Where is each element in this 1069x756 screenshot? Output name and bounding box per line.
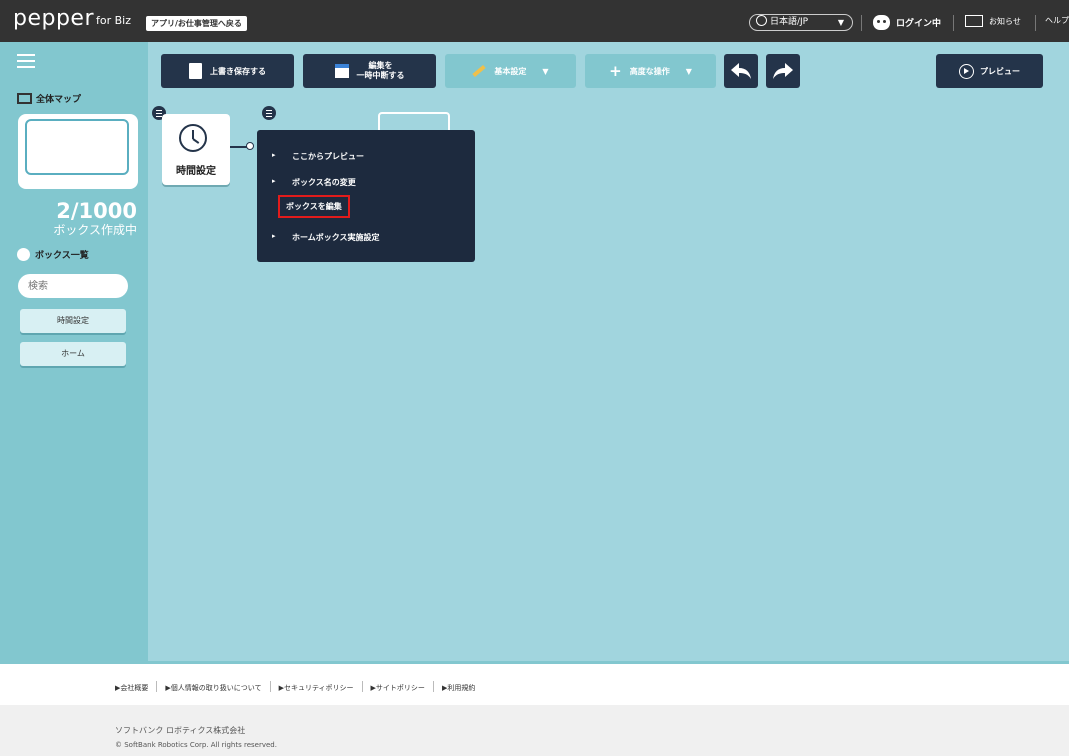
flow-box-time-setting[interactable]: 時間設定 [162, 114, 230, 185]
divider [953, 15, 954, 31]
login-status[interactable]: ログイン中 [873, 15, 941, 30]
robot-icon [873, 15, 890, 30]
box-context-menu: ここからプレビュー ボックス名の変更 ボックスを編集 ホームボックス実施設定 [257, 130, 475, 262]
sidebar-item-home[interactable]: ホーム [20, 342, 126, 366]
undo-icon [731, 63, 751, 79]
footer-divider [0, 661, 1069, 664]
suspend-label-line1: 編集を [368, 61, 393, 70]
caret-down-icon: ▼ [685, 66, 692, 76]
output-port[interactable] [246, 142, 254, 150]
basic-settings-dropdown[interactable]: 基本設定 ▼ [445, 54, 576, 88]
menu-item-rename-box[interactable]: ボックス名の変更 [272, 177, 356, 188]
save-document-icon [189, 63, 202, 79]
mail-icon [965, 15, 983, 27]
sidebar: 全体マップ 2/1000 ボックス作成中 ボックス一覧 時間設定 ホーム [0, 42, 148, 664]
footer-link-security[interactable]: ▶セキュリティポリシー [279, 684, 354, 692]
floppy-disk-icon [334, 64, 349, 78]
flow-canvas[interactable]: 上書き保存する 編集を 一時中断する 基本設定 ▼ + 高度な操作 ▼ プレビュー 時間… [148, 42, 1069, 664]
box-menu-icon[interactable] [262, 106, 276, 120]
overall-map-thumbnail[interactable] [18, 114, 138, 189]
hamburger-menu-icon[interactable] [17, 54, 35, 72]
overwrite-save-label: 上書き保存する [210, 66, 266, 76]
sidebar-item-time-setting[interactable]: 時間設定 [20, 309, 126, 333]
overall-map-title: 全体マップ [17, 92, 81, 105]
play-icon [959, 63, 974, 79]
map-viewport-frame [25, 119, 129, 175]
suspend-label-line2: 一時中断する [356, 71, 405, 80]
plus-icon: + [609, 62, 622, 80]
advanced-ops-label: 高度な操作 [629, 66, 670, 76]
box-count: 2/1000 [56, 199, 137, 223]
box-list-label: ボックス一覧 [35, 251, 89, 261]
clock-icon [179, 124, 207, 152]
caret-down-icon: ▼ [542, 66, 549, 76]
redo-icon [773, 63, 793, 79]
box-search-input[interactable] [18, 274, 128, 298]
suspend-editing-button[interactable]: 編集を 一時中断する [303, 54, 436, 88]
box-count-label: ボックス作成中 [53, 223, 137, 237]
help-link[interactable]: ヘルプ [1045, 15, 1069, 26]
monitor-icon [17, 93, 32, 104]
login-status-label: ログイン中 [896, 19, 942, 29]
preview-button[interactable]: プレビュー [936, 54, 1043, 88]
top-bar: pepper for Biz アプリ/お仕事管理へ戻る 日本語/JP ▼ ログイ… [0, 0, 1069, 42]
language-select[interactable]: 日本語/JP ▼ [749, 14, 853, 31]
divider [861, 15, 862, 31]
globe-icon [756, 15, 767, 26]
pencil-icon [472, 64, 487, 78]
menu-item-home-box-settings[interactable]: ホームボックス実施設定 [272, 232, 380, 243]
notice-label: お知らせ [989, 17, 1021, 26]
box-list-title: ボックス一覧 [17, 248, 89, 261]
advanced-operations-dropdown[interactable]: + 高度な操作 ▼ [585, 54, 716, 88]
back-to-app-management-button[interactable]: アプリ/お仕事管理へ戻る [146, 16, 247, 31]
flow-box-label: 時間設定 [176, 166, 216, 177]
overall-map-label: 全体マップ [36, 95, 82, 105]
undo-button[interactable] [724, 54, 758, 88]
menu-item-edit-box[interactable]: ボックスを編集 [278, 195, 350, 218]
redo-button[interactable] [766, 54, 800, 88]
footer-link-site-policy[interactable]: ▶サイトポリシー [371, 684, 425, 692]
footer-link-company[interactable]: ▶会社概要 [115, 684, 148, 692]
language-value: 日本語/JP [770, 17, 809, 27]
logo-subtitle: for Biz [96, 14, 131, 27]
pepper-logo[interactable]: pepper [13, 8, 94, 30]
menu-item-preview-from-here[interactable]: ここからプレビュー [272, 151, 364, 162]
basic-settings-label: 基本設定 [494, 66, 527, 76]
copyright: © SoftBank Robotics Corp. All rights res… [115, 741, 277, 749]
robot-face-icon [17, 248, 30, 261]
caret-down-icon: ▼ [837, 18, 844, 27]
notice-link[interactable]: お知らせ [965, 15, 1021, 27]
preview-label: プレビュー [980, 66, 1020, 76]
footer-links: ▶会社概要 ▶個人情報の取り扱いについて ▶セキュリティポリシー ▶サイトポリシー ▶利… [115, 681, 475, 693]
divider [1035, 15, 1036, 31]
company-name: ソフトバンク ロボティクス株式会社 [115, 726, 246, 735]
overwrite-save-button[interactable]: 上書き保存する [161, 54, 294, 88]
footer-link-privacy[interactable]: ▶個人情報の取り扱いについて [165, 684, 261, 692]
footer-link-terms[interactable]: ▶利用規約 [442, 684, 475, 692]
